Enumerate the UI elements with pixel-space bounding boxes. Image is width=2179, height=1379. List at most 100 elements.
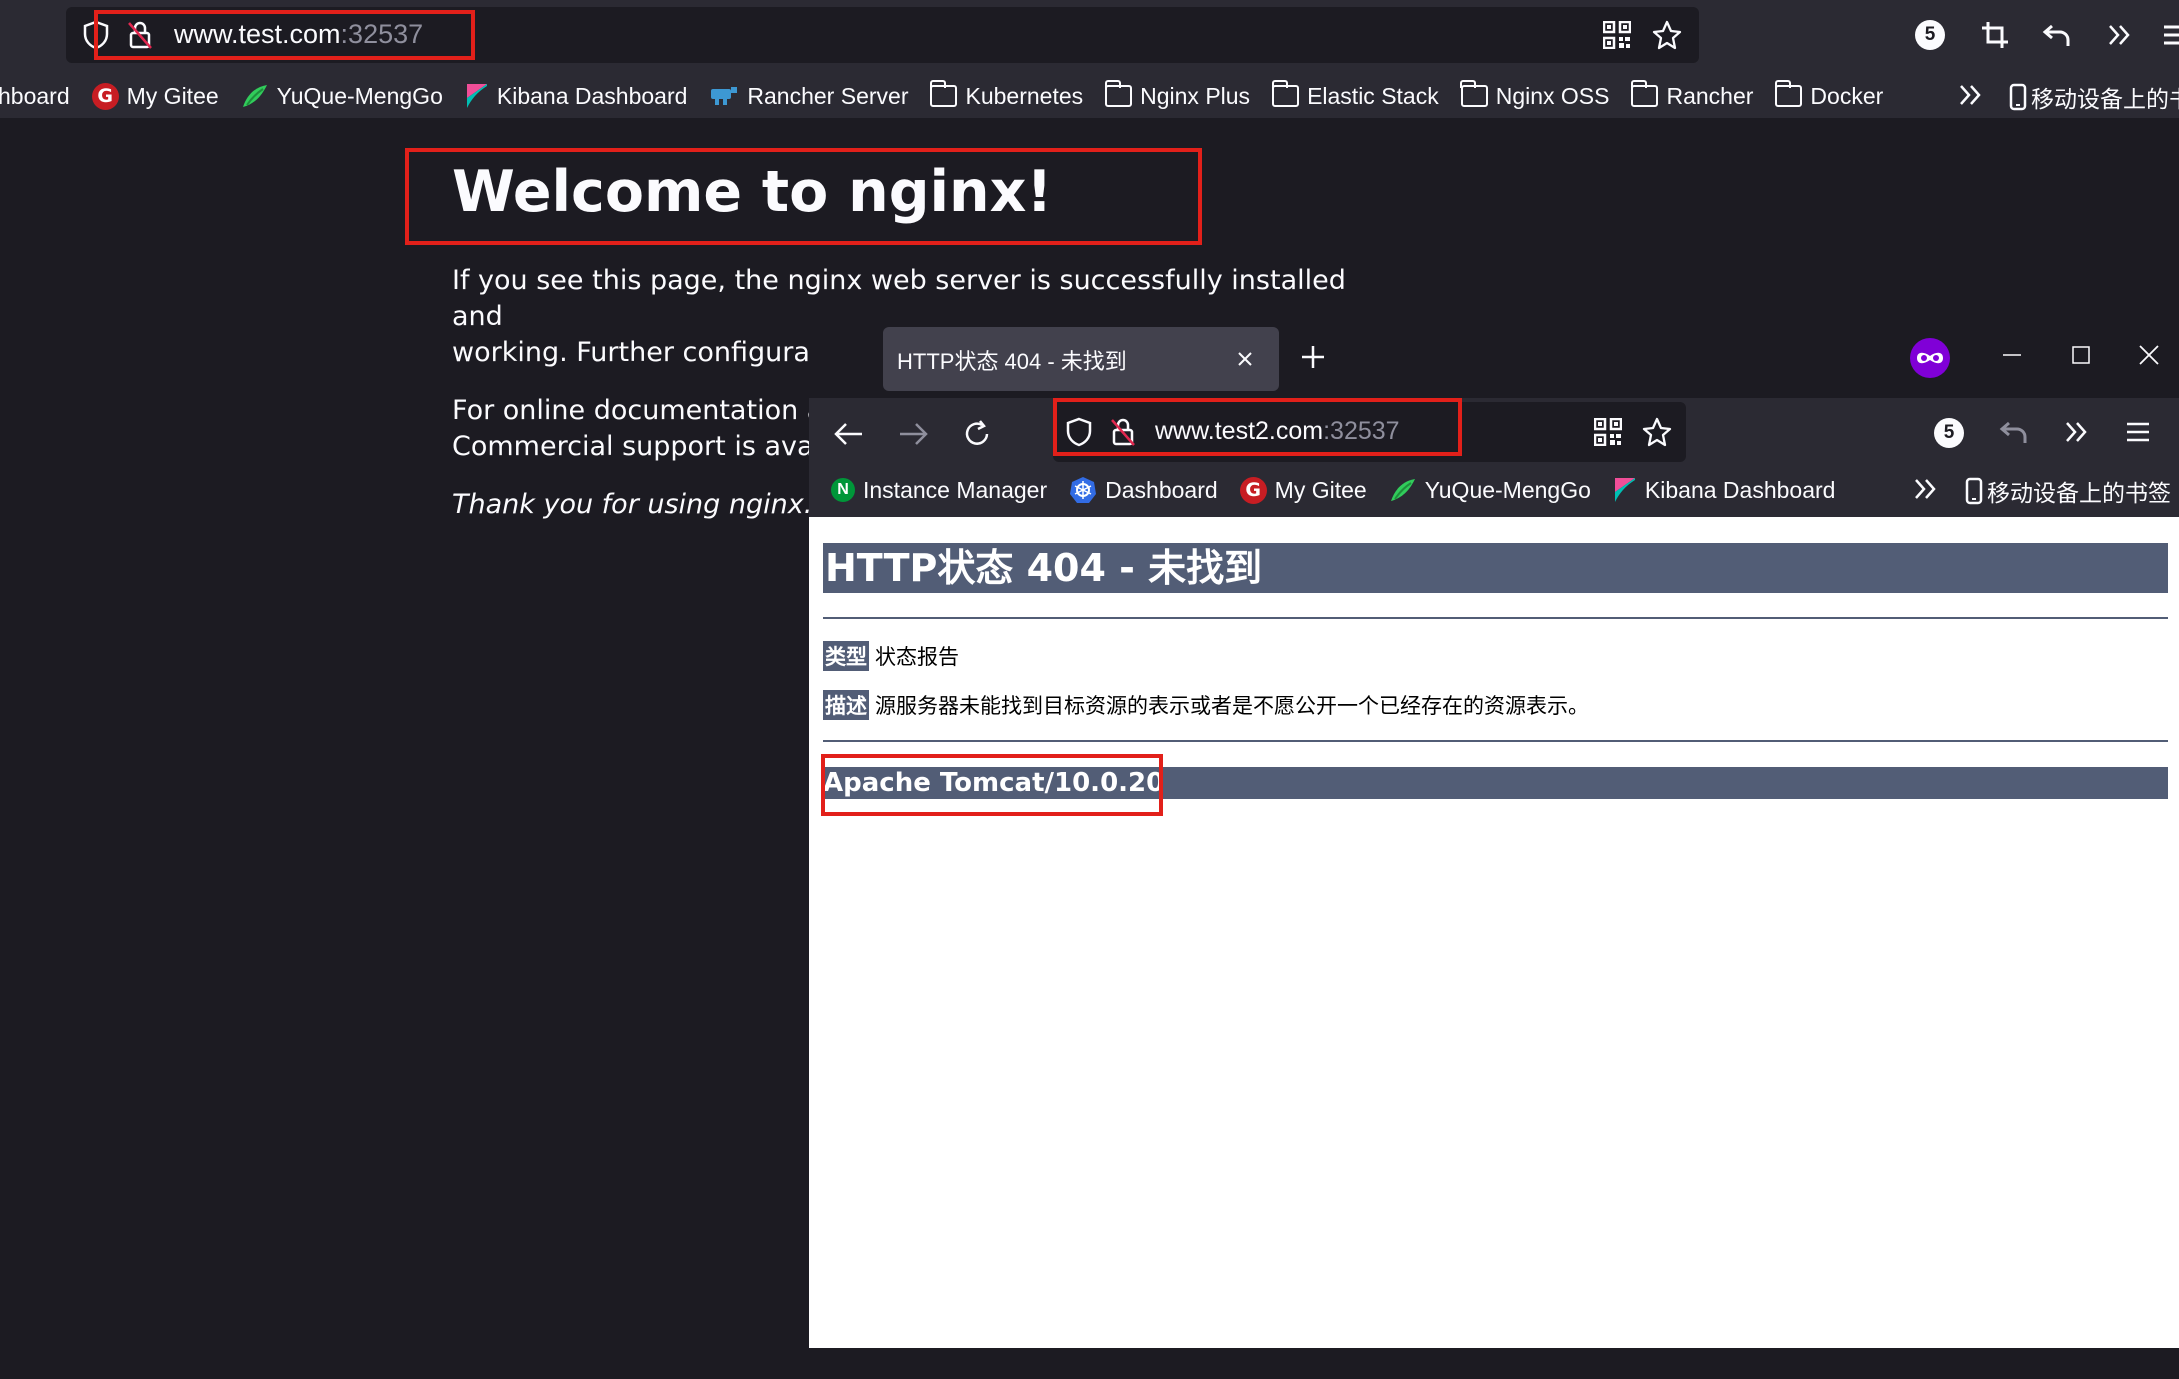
- back-arrow-icon[interactable]: [829, 414, 869, 454]
- qr-code-icon[interactable]: [1593, 417, 1623, 447]
- bookmark-folder-nginx-plus[interactable]: Nginx Plus: [1104, 80, 1251, 110]
- bookmarks-overflow-icon[interactable]: [1955, 80, 1985, 110]
- undo-icon[interactable]: [2040, 18, 2074, 52]
- menu-icon-partial[interactable]: [2164, 22, 2179, 48]
- bookmark-kibana-dashboard[interactable]: Kibana Dashboard: [465, 82, 688, 110]
- bookmark-label: Docker: [1810, 82, 1884, 109]
- close-tab-icon[interactable]: [1233, 347, 1257, 371]
- url-host: www.test.com: [174, 19, 341, 49]
- bookmark-rancher-server[interactable]: Rancher Server: [709, 83, 908, 110]
- maximize-window-icon[interactable]: [2066, 340, 2096, 370]
- bookmark-kibana-dashboard[interactable]: Kibana Dashboard: [1613, 476, 1836, 504]
- url-host: www.test2.com: [1155, 417, 1324, 445]
- server-version-footer: Apache Tomcat/10.0.20: [823, 767, 2168, 799]
- front-bookmarks-bar: N Instance Manager Dashboard G My Gitee Yu…: [831, 470, 1835, 510]
- bookmark-folder-kubernetes[interactable]: Kubernetes: [929, 80, 1084, 110]
- kibana-icon: [1613, 476, 1637, 504]
- bookmark-instance-manager[interactable]: N Instance Manager: [831, 477, 1047, 504]
- error-heading: HTTP状态 404 - 未找到: [823, 543, 2168, 593]
- description-row: 描述 源服务器未能找到目标资源的表示或者是不愿公开一个已经存在的资源表示。: [823, 690, 1589, 720]
- nginx-title: Welcome to nginx!: [452, 159, 1053, 225]
- shield-icon[interactable]: [80, 19, 112, 51]
- front-url-bar[interactable]: www.test2.com:32537: [1053, 402, 1686, 462]
- minimize-window-icon[interactable]: [1997, 340, 2027, 370]
- bookmark-my-gitee[interactable]: G My Gitee: [1239, 476, 1367, 504]
- mobile-device-icon: [2009, 83, 2027, 111]
- rancher-icon: [709, 85, 739, 107]
- shield-icon[interactable]: [1063, 416, 1095, 448]
- undo-icon: [1996, 414, 2032, 450]
- insecure-lock-icon[interactable]: [124, 19, 156, 51]
- kubernetes-icon: [1069, 476, 1097, 504]
- tomcat-error-page: HTTP状态 404 - 未找到 类型 状态报告 描述 源服务器未能找到目标资源…: [809, 517, 2179, 1348]
- description-value: 源服务器未能找到目标资源的表示或者是不愿公开一个已经存在的资源表示。: [875, 694, 1589, 718]
- folder-icon: [1460, 80, 1488, 107]
- crop-icon[interactable]: [1978, 18, 2012, 52]
- bookmark-label: YuQue-MengGo: [276, 82, 443, 109]
- tab-title: HTTP状态 404 - 未找到: [897, 349, 1127, 374]
- bookmark-yuque[interactable]: YuQue-MengGo: [241, 83, 443, 110]
- bookmark-my-gitee[interactable]: G My Gitee: [91, 82, 219, 110]
- bookmark-folder-rancher[interactable]: Rancher: [1630, 80, 1754, 110]
- bookmark-label: Nginx OSS: [1495, 82, 1610, 109]
- yuque-icon: [241, 83, 269, 109]
- bookmark-dashboard-partial[interactable]: hboard: [0, 83, 70, 110]
- forward-arrow-icon: [893, 414, 933, 454]
- url-port: :32537: [1323, 417, 1400, 445]
- divider: [823, 740, 2168, 742]
- back-url-bar[interactable]: www.test.com:32537: [66, 7, 1699, 63]
- bookmark-yuque[interactable]: YuQue-MengGo: [1389, 477, 1591, 504]
- close-window-icon[interactable]: [2134, 340, 2164, 370]
- bookmark-label: Kibana Dashboard: [1644, 476, 1836, 503]
- bookmark-dashboard[interactable]: Dashboard: [1069, 476, 1218, 504]
- folder-icon: [1104, 80, 1133, 107]
- bookmark-label: Instance Manager: [863, 476, 1048, 503]
- mobile-bookmarks[interactable]: 移动设备上的书签: [1965, 474, 2171, 508]
- overflow-chevrons-icon[interactable]: [2058, 414, 2094, 450]
- back-bookmarks-bar: hboard G My Gitee YuQue-MengGo Kibana Das…: [0, 76, 1883, 116]
- bookmark-label: Kibana Dashboard: [496, 82, 688, 109]
- type-row: 类型 状态报告: [823, 641, 959, 671]
- kibana-icon: [465, 82, 489, 110]
- front-browser-window: HTTP状态 404 - 未找到 www.test2.com:32537 5 N…: [809, 318, 2179, 1348]
- bookmarks-overflow-icon[interactable]: [1910, 474, 1940, 504]
- insecure-lock-icon[interactable]: [1107, 416, 1139, 448]
- bookmark-star-icon[interactable]: [1651, 19, 1683, 51]
- bookmark-folder-nginx-oss[interactable]: Nginx OSS: [1460, 80, 1610, 110]
- bookmark-label: My Gitee: [126, 82, 219, 109]
- bookmark-label: YuQue-MengGo: [1424, 476, 1591, 503]
- bookmark-label: Elastic Stack: [1307, 82, 1439, 109]
- mobile-bookmarks-label: 移动设备上的书: [2031, 86, 2179, 112]
- bookmark-label: Kubernetes: [965, 82, 1084, 109]
- bookmark-folder-elastic-stack[interactable]: Elastic Stack: [1271, 80, 1439, 110]
- active-tab[interactable]: HTTP状态 404 - 未找到: [883, 327, 1279, 391]
- divider: [823, 617, 2168, 619]
- tabs-count-badge[interactable]: 5: [1934, 418, 1964, 448]
- nginx-n-icon: N: [831, 478, 855, 502]
- mobile-bookmarks-label: 移动设备上的书签: [1987, 480, 2171, 506]
- reload-icon[interactable]: [957, 414, 997, 454]
- bookmark-label: Rancher: [1666, 82, 1754, 109]
- bookmark-label: Rancher Server: [747, 82, 909, 109]
- overflow-chevrons-icon[interactable]: [2102, 18, 2136, 52]
- bookmark-star-icon[interactable]: [1641, 416, 1673, 448]
- hamburger-menu-icon[interactable]: [2120, 414, 2156, 450]
- qr-code-icon[interactable]: [1602, 20, 1632, 50]
- new-tab-plus-icon[interactable]: [1295, 339, 1331, 375]
- text-line: For online documentation an: [452, 395, 841, 426]
- mobile-device-icon: [1965, 477, 1983, 505]
- bookmark-label: hboard: [0, 82, 70, 109]
- gitee-icon: G: [91, 82, 119, 110]
- back-url-text[interactable]: www.test.com:32537: [174, 19, 423, 50]
- bookmark-label: My Gitee: [1274, 476, 1367, 503]
- mobile-bookmarks[interactable]: 移动设备上的书: [2009, 80, 2179, 114]
- bookmark-folder-docker[interactable]: Docker: [1774, 80, 1884, 110]
- gitee-icon: G: [1239, 476, 1267, 504]
- tabs-count-badge[interactable]: 5: [1915, 20, 1945, 50]
- front-url-text[interactable]: www.test2.com:32537: [1155, 417, 1400, 446]
- yuque-icon: [1389, 477, 1417, 503]
- type-label: 类型: [823, 641, 869, 671]
- bookmark-label: Dashboard: [1105, 476, 1218, 503]
- private-browsing-mask-icon: [1910, 338, 1950, 378]
- bookmark-label: Nginx Plus: [1140, 82, 1251, 109]
